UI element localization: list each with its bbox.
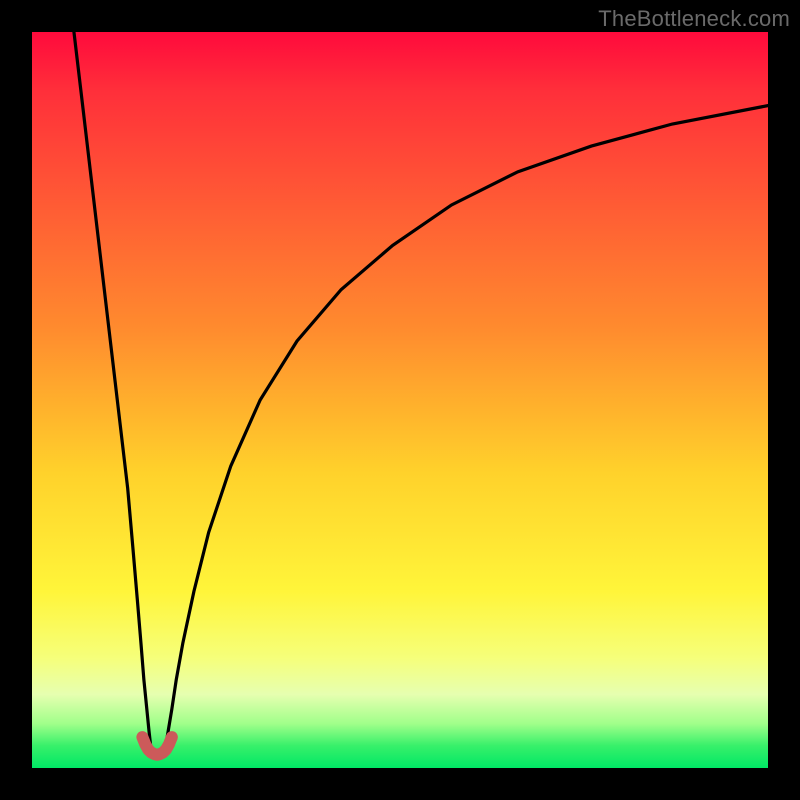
curve-right-branch <box>166 106 768 745</box>
gradient-plot-area <box>32 32 768 768</box>
chart-frame: TheBottleneck.com <box>0 0 800 800</box>
curve-layer <box>32 32 768 768</box>
curve-left-branch <box>74 32 151 744</box>
watermark-text: TheBottleneck.com <box>598 6 790 32</box>
curve-dip-marker <box>142 737 171 755</box>
